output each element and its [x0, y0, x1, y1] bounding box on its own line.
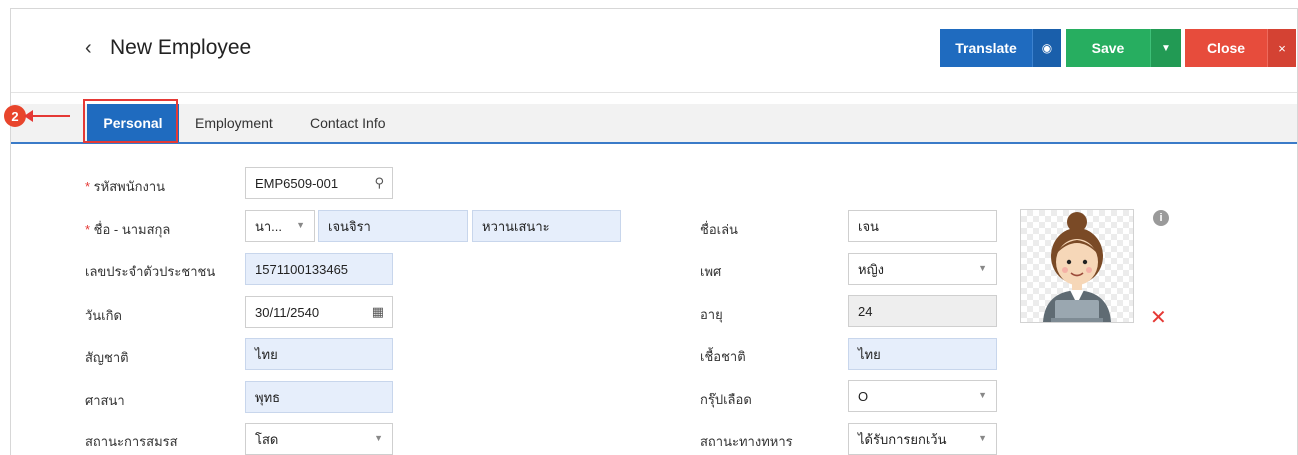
- required-mark: *: [85, 222, 94, 237]
- nickname-input[interactable]: เจน: [848, 210, 997, 242]
- ethnicity-label: เชื้อชาติ: [700, 349, 746, 364]
- first-name-input[interactable]: เจนจิรา: [318, 210, 468, 242]
- religion-input[interactable]: พุทธ: [245, 381, 393, 413]
- blood-select[interactable]: O ▼: [848, 380, 997, 412]
- ethnicity-input[interactable]: ไทย: [848, 338, 997, 370]
- step-marker: 2: [4, 105, 26, 127]
- military-select[interactable]: ได้รับการยกเว้น ▼: [848, 423, 997, 455]
- gender-label: เพศ: [700, 264, 722, 279]
- search-icon[interactable]: ⚲: [374, 175, 384, 191]
- remove-photo-icon[interactable]: ✕: [1150, 305, 1167, 330]
- close-icon[interactable]: ×: [1267, 29, 1296, 67]
- tab-contact-info[interactable]: Contact Info: [310, 104, 386, 142]
- marital-label: สถานะการสมรส: [85, 434, 178, 449]
- translate-button[interactable]: Translate: [940, 29, 1032, 67]
- globe-icon[interactable]: ◉: [1032, 29, 1061, 67]
- chevron-down-icon: ▼: [978, 433, 987, 443]
- birth-label: วันเกิด: [85, 308, 122, 323]
- close-button[interactable]: Close: [1185, 29, 1267, 67]
- id-no-input[interactable]: 1571100133465: [245, 253, 393, 285]
- gender-select[interactable]: หญิง ▼: [848, 253, 997, 285]
- chevron-down-icon: ▼: [296, 220, 305, 230]
- last-name-input[interactable]: หวานเสนาะ: [472, 210, 621, 242]
- employee-photo[interactable]: [1020, 209, 1134, 323]
- nickname-label: ชื่อเล่น: [700, 222, 738, 237]
- birth-date-input[interactable]: 30/11/2540 ▦: [245, 296, 393, 328]
- chevron-down-icon: ▼: [374, 433, 383, 443]
- chevron-down-icon: ▼: [978, 263, 987, 273]
- age-label: อายุ: [700, 307, 723, 322]
- calendar-icon[interactable]: ▦: [372, 304, 384, 320]
- tab-bar: Personal Employment Contact Info: [11, 104, 1297, 144]
- required-mark: *: [85, 179, 94, 194]
- save-dropdown-icon[interactable]: ▼: [1150, 29, 1181, 67]
- chevron-down-icon: ▼: [978, 390, 987, 400]
- tab-highlight-box: [83, 99, 178, 143]
- id-no-label: เลขประจำตัวประชาชน: [85, 264, 216, 279]
- app-window: ‹ New Employee Translate ◉ Save ▼ Close …: [10, 8, 1298, 455]
- back-icon[interactable]: ‹: [85, 37, 92, 60]
- nationality-label: สัญชาติ: [85, 350, 129, 365]
- age-field: 24: [848, 295, 997, 327]
- marital-select[interactable]: โสด ▼: [245, 423, 393, 455]
- page-header: ‹ New Employee Translate ◉ Save ▼ Close …: [11, 9, 1297, 89]
- page-title: New Employee: [110, 36, 252, 59]
- tab-employment[interactable]: Employment: [195, 104, 273, 142]
- info-icon[interactable]: i: [1153, 210, 1169, 226]
- annotation-arrow-icon: [24, 110, 70, 122]
- name-prefix-select[interactable]: นา... ▼: [245, 210, 315, 242]
- blood-label: กรุ๊ปเลือด: [700, 392, 752, 407]
- nationality-input[interactable]: ไทย: [245, 338, 393, 370]
- military-label: สถานะทางทหาร: [700, 434, 793, 449]
- name-label: * ชื่อ - นามสกุล: [85, 222, 171, 237]
- header-divider: [11, 92, 1297, 93]
- emp-code-label: * รหัสพนักงาน: [85, 179, 166, 194]
- emp-code-input[interactable]: EMP6509-001 ⚲: [245, 167, 393, 199]
- religion-label: ศาสนา: [85, 393, 125, 408]
- avatar: [1043, 212, 1111, 322]
- save-button[interactable]: Save: [1066, 29, 1150, 67]
